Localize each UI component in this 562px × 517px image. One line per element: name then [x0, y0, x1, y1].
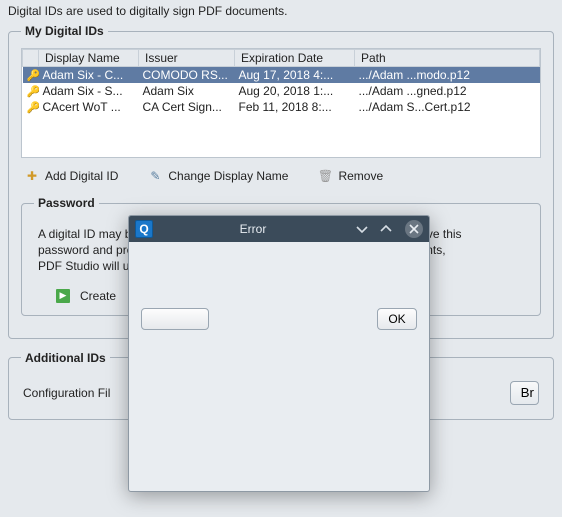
dialog-left-button[interactable]	[141, 308, 209, 330]
ok-button[interactable]: OK	[377, 308, 417, 330]
cell-path: .../Adam ...modo.p12	[355, 67, 540, 83]
add-digital-id-label: Add Digital ID	[45, 169, 118, 183]
cell-expiration: Feb 11, 2018 8:...	[235, 99, 355, 115]
dialog-title: Error	[159, 222, 347, 236]
remove-button[interactable]: 🗑 Remove	[318, 166, 383, 186]
col-issuer[interactable]: Issuer	[139, 50, 235, 67]
key-icon: 🔑	[23, 67, 39, 83]
change-display-name-button[interactable]: ✎ Change Display Name	[148, 166, 288, 186]
configuration-file-label: Configuration Fil	[23, 386, 110, 400]
cell-issuer: CA Cert Sign...	[139, 99, 235, 115]
change-display-name-label: Change Display Name	[168, 169, 288, 183]
key-icon: 🔑	[23, 83, 39, 99]
key-icon: 🔑	[23, 99, 39, 115]
cell-issuer: Adam Six	[139, 83, 235, 99]
table-row[interactable]: 🔑Adam Six - C...COMODO RS...Aug 17, 2018…	[23, 67, 540, 83]
error-dialog: Q Error OK	[128, 215, 430, 492]
col-icon	[23, 50, 39, 67]
col-display-name[interactable]: Display Name	[39, 50, 139, 67]
app-icon: Q	[135, 220, 153, 238]
additional-ids-legend: Additional IDs	[21, 351, 110, 365]
dialog-titlebar[interactable]: Q Error	[129, 216, 429, 242]
browse-button[interactable]: Br	[510, 381, 539, 405]
create-password-button[interactable]: Create	[80, 289, 116, 303]
cell-issuer: COMODO RS...	[139, 67, 235, 83]
table-row[interactable]: 🔑Adam Six - S...Adam SixAug 20, 2018 1:.…	[23, 83, 540, 99]
col-expiration[interactable]: Expiration Date	[235, 50, 355, 67]
cell-display-name: Adam Six - C...	[39, 67, 139, 83]
add-icon: ✚	[25, 169, 39, 183]
remove-label: Remove	[338, 169, 383, 183]
play-icon: ▶	[56, 289, 70, 303]
table-row[interactable]: 🔑CAcert WoT ...CA Cert Sign...Feb 11, 20…	[23, 99, 540, 115]
cell-expiration: Aug 20, 2018 1:...	[235, 83, 355, 99]
minimize-icon[interactable]	[353, 220, 371, 238]
cell-expiration: Aug 17, 2018 4:...	[235, 67, 355, 83]
cell-display-name: CAcert WoT ...	[39, 99, 139, 115]
cell-display-name: Adam Six - S...	[39, 83, 139, 99]
intro-text: Digital IDs are used to digitally sign P…	[8, 4, 554, 18]
my-digital-ids-legend: My Digital IDs	[21, 24, 108, 38]
close-icon[interactable]	[405, 220, 423, 238]
maximize-icon[interactable]	[377, 220, 395, 238]
password-legend: Password	[34, 196, 99, 210]
cell-path: .../Adam ...gned.p12	[355, 83, 540, 99]
trash-icon: 🗑	[318, 169, 332, 183]
cell-path: .../Adam S...Cert.p12	[355, 99, 540, 115]
edit-icon: ✎	[148, 169, 162, 183]
digital-ids-table[interactable]: Display Name Issuer Expiration Date Path…	[21, 48, 541, 158]
col-path[interactable]: Path	[355, 50, 540, 67]
add-digital-id-button[interactable]: ✚ Add Digital ID	[25, 166, 118, 186]
